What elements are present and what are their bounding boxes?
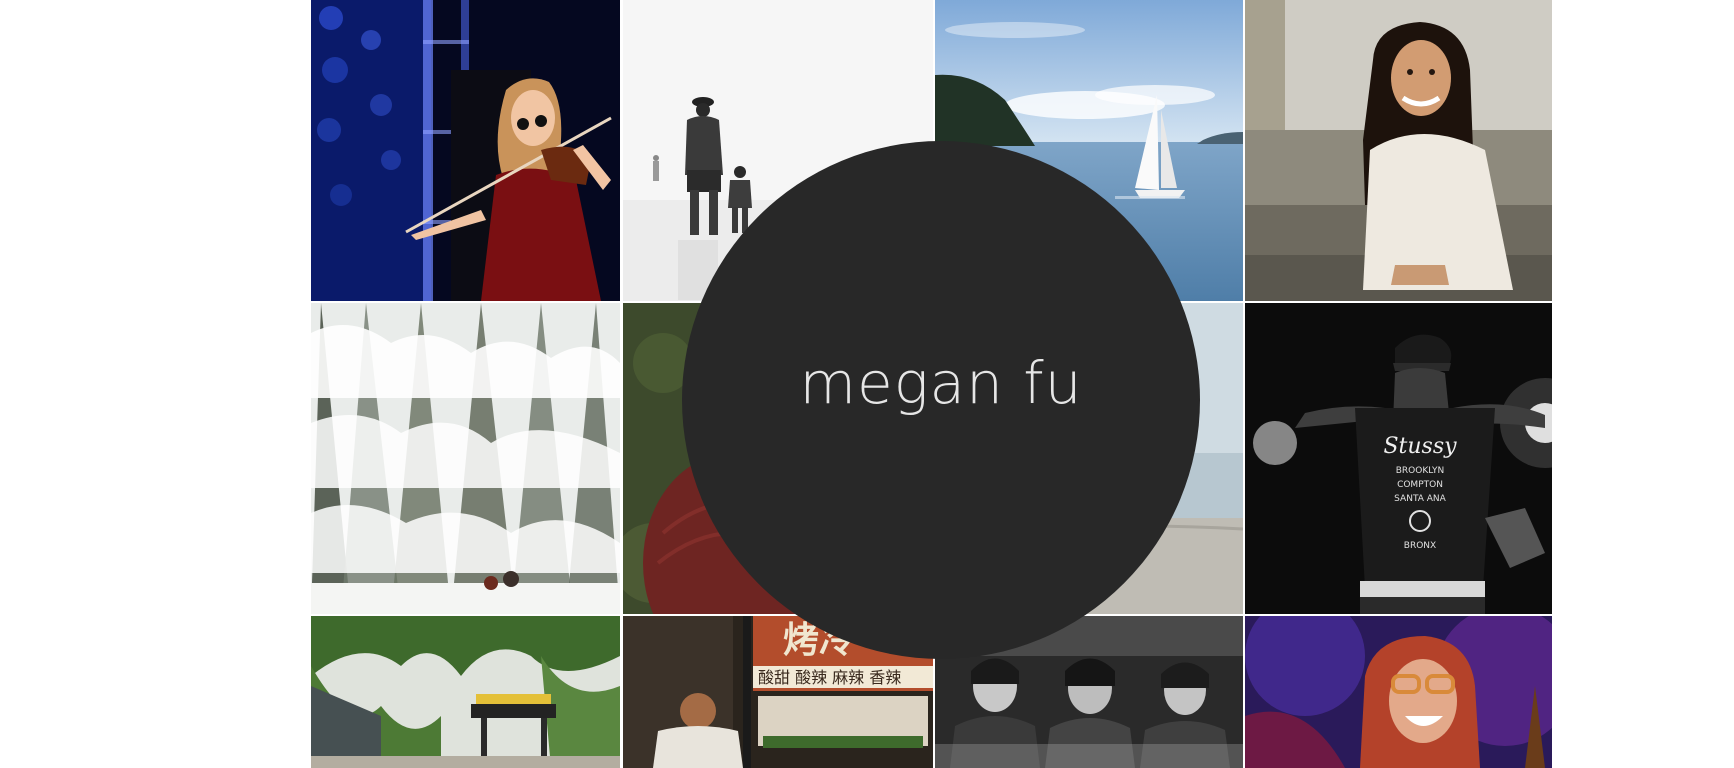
- photo-willow-park[interactable]: [311, 616, 620, 768]
- photo-concert-guitarist[interactable]: Stussy BROOKLYN COMPTON SANTA ANA BRONX: [1245, 303, 1552, 614]
- photo-portrait-smiling[interactable]: [1245, 0, 1552, 301]
- portrait-image: [1245, 0, 1552, 301]
- site-title[interactable]: megan fu: [800, 349, 1083, 417]
- stall-sign-flavors: 酸甜 酸辣 麻辣 香辣: [758, 668, 901, 687]
- photo-laughing-singer[interactable]: [1245, 616, 1552, 768]
- shirt-line-1: BROOKLYN: [1396, 466, 1445, 476]
- snowy-forest-image: [311, 303, 620, 614]
- photo-violinist[interactable]: [311, 0, 620, 301]
- shirt-line-2: COMPTON: [1397, 480, 1443, 490]
- willow-park-image: [311, 616, 620, 768]
- shirt-brand-text: Stussy: [1383, 434, 1457, 459]
- shirt-line-4: BRONX: [1404, 541, 1436, 551]
- page: Stussy BROOKLYN COMPTON SANTA ANA BRONX: [0, 0, 1734, 768]
- shirt-line-3: SANTA ANA: [1394, 494, 1446, 504]
- violinist-image: [311, 0, 620, 301]
- title-circle[interactable]: megan fu: [682, 141, 1200, 659]
- concert-image: Stussy BROOKLYN COMPTON SANTA ANA BRONX: [1245, 303, 1552, 614]
- photo-snowy-forest[interactable]: [311, 303, 620, 614]
- laughing-singer-image: [1245, 616, 1552, 768]
